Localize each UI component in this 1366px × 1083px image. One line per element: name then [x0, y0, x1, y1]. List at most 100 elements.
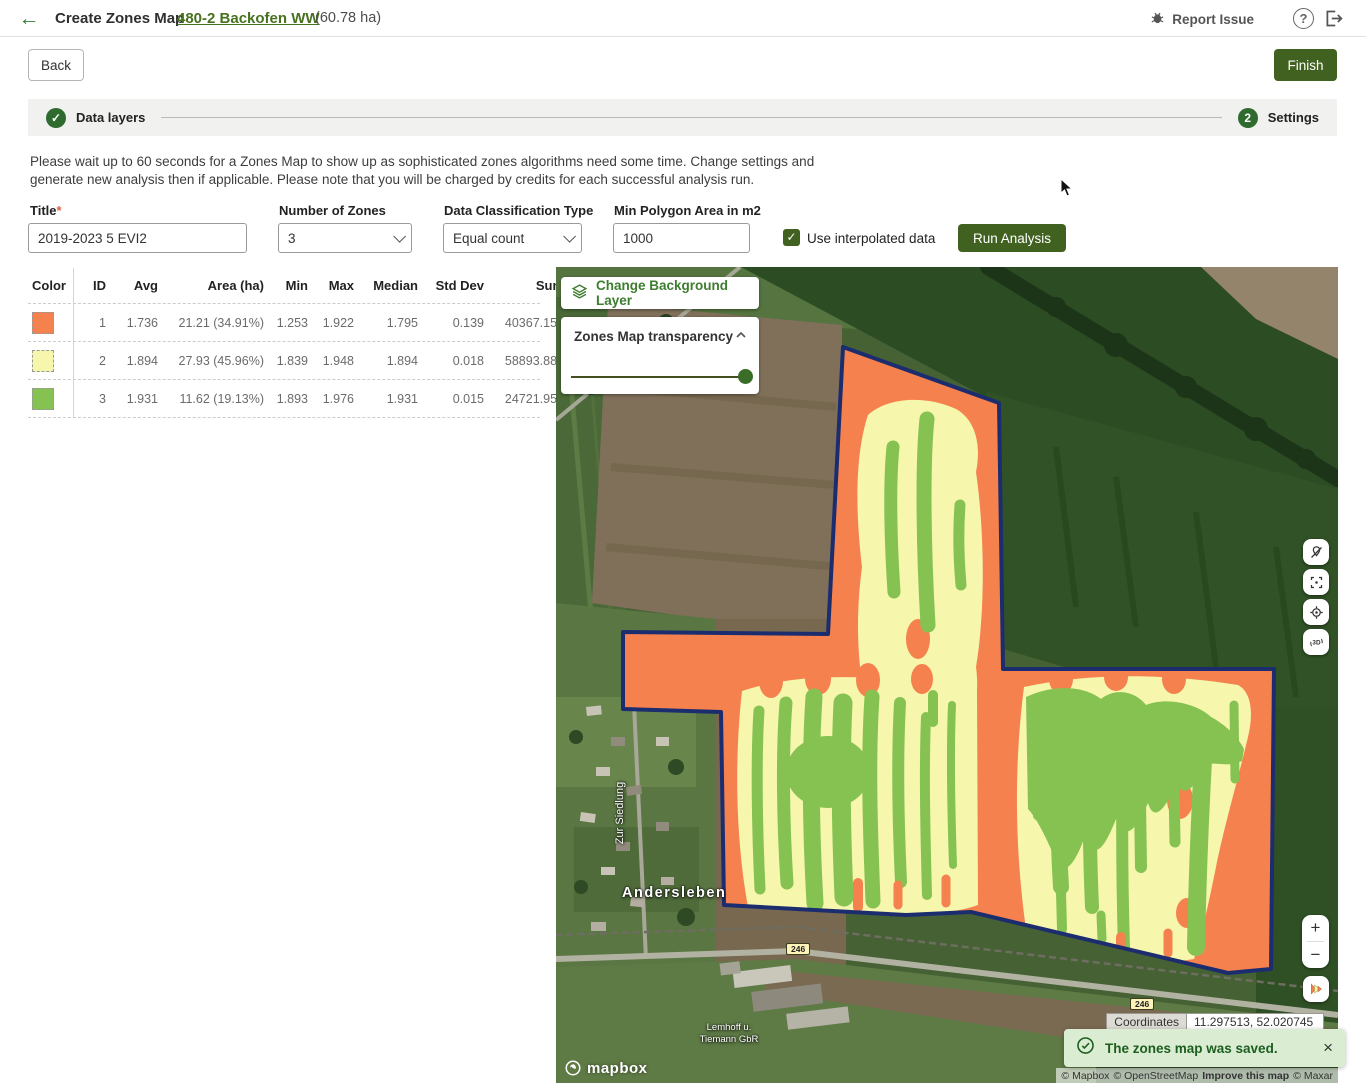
zone2-min: 1.839: [268, 354, 312, 368]
zoom-in-button[interactable]: +: [1302, 915, 1329, 941]
number-of-zones-label: Number of Zones: [279, 203, 386, 218]
zone2-max: 1.948: [312, 354, 358, 368]
attrib-maxar[interactable]: © Maxar: [1293, 1070, 1333, 1082]
zone2-median: 1.894: [358, 354, 422, 368]
create-zones-map-page: ← Create Zones Map 480-2 Backofen WW (60…: [0, 0, 1366, 1083]
transparency-label: Zones Map transparency: [574, 329, 733, 344]
help-icon[interactable]: ?: [1293, 8, 1314, 29]
zone1-color-swatch: [32, 312, 54, 334]
top-bar: ← Create Zones Map 480-2 Backofen WW (60…: [0, 0, 1366, 37]
map-attribution: © Mapbox © OpenStreetMap Improve this ma…: [1056, 1068, 1338, 1083]
zone1-min: 1.253: [268, 316, 312, 330]
step1-label: Data layers: [76, 110, 145, 125]
toast-message: The zones map was saved.: [1105, 1041, 1313, 1056]
hide-markers-icon: [1309, 545, 1324, 560]
zone2-stddev: 0.018: [422, 354, 488, 368]
toast-close-icon[interactable]: ×: [1323, 1038, 1333, 1058]
view-3d-icon: 3D: [1308, 634, 1325, 651]
table-row: 3 1.931 11.62 (19.13%) 1.893 1.976 1.931…: [28, 380, 540, 418]
toast-notification: The zones map was saved. ×: [1064, 1029, 1345, 1067]
zone1-area: 21.21 (34.91%): [162, 316, 268, 330]
min-polygon-area-input[interactable]: [613, 223, 750, 253]
map-container: Zur Siedlung Andersleben Lemhoff u.Tiema…: [556, 267, 1338, 1083]
zones-layer-icon: [1308, 981, 1324, 997]
mapbox-logo[interactable]: mapbox: [564, 1059, 648, 1077]
table-header-row: Color ID Avg Area (ha) Min Max Median St…: [28, 268, 540, 304]
table-row: 2 1.894 27.93 (45.96%) 1.839 1.948 1.894…: [28, 342, 540, 380]
classification-label: Data Classification Type: [444, 203, 593, 218]
step1-check-icon: ✓: [46, 108, 66, 128]
attrib-osm[interactable]: © OpenStreetMap: [1113, 1070, 1198, 1082]
col-median: Median: [358, 278, 422, 293]
change-background-label: Change Background Layer: [596, 278, 749, 308]
bug-icon: [1150, 10, 1165, 28]
fit-bounds-button[interactable]: [1303, 569, 1329, 595]
view-3d-button[interactable]: 3D: [1303, 629, 1329, 655]
chevron-up-icon[interactable]: [733, 327, 749, 343]
col-avg: Avg: [110, 278, 162, 293]
zoom-out-button[interactable]: −: [1302, 942, 1329, 968]
zone3-min: 1.893: [268, 392, 312, 406]
locate-icon: [1309, 605, 1324, 620]
field-link[interactable]: 480-2 Backofen WW: [177, 10, 320, 27]
step2-label: Settings: [1268, 110, 1319, 125]
zone3-color-swatch: [32, 388, 54, 410]
zone1-id: 1: [74, 316, 110, 330]
number-of-zones-value: 3: [288, 231, 296, 246]
success-check-icon: [1076, 1036, 1095, 1060]
instructions-text: Please wait up to 60 seconds for a Zones…: [30, 153, 870, 189]
back-button[interactable]: Back: [28, 49, 84, 81]
col-min: Min: [268, 278, 312, 293]
field-area: (60.78 ha): [315, 10, 381, 26]
zone1-stddev: 0.139: [422, 316, 488, 330]
number-of-zones-select[interactable]: 3: [278, 223, 412, 253]
table-row: 1 1.736 21.21 (34.91%) 1.253 1.922 1.795…: [28, 304, 540, 342]
zone3-area: 11.62 (19.13%): [162, 392, 268, 406]
mapbox-icon: [564, 1059, 582, 1077]
use-interpolated-checkbox[interactable]: ✓: [783, 229, 800, 246]
stepper-line: [161, 117, 1221, 118]
logout-icon[interactable]: [1323, 8, 1344, 29]
svg-text:3D: 3D: [1312, 639, 1321, 646]
chevron-down-icon: [393, 230, 406, 243]
zoom-controls: + −: [1302, 915, 1329, 968]
zone2-id: 2: [74, 354, 110, 368]
report-issue-label: Report Issue: [1172, 12, 1254, 27]
zones-layer-toggle-button[interactable]: [1303, 976, 1329, 1002]
fit-bounds-icon: [1309, 575, 1324, 590]
change-background-layer-button[interactable]: Change Background Layer: [561, 277, 759, 309]
zone3-stddev: 0.015: [422, 392, 488, 406]
step2-number: 2: [1238, 108, 1258, 128]
page-title: Create Zones Map: [55, 10, 184, 27]
classification-value: Equal count: [453, 231, 524, 246]
use-interpolated-label: Use interpolated data: [807, 231, 935, 246]
chevron-down-icon: [563, 230, 576, 243]
classification-select[interactable]: Equal count: [443, 223, 582, 253]
map-controls: 3D: [1303, 539, 1329, 655]
zone3-id: 3: [74, 392, 110, 406]
required-asterisk: *: [57, 203, 62, 218]
zone3-max: 1.976: [312, 392, 358, 406]
report-issue-button[interactable]: Report Issue: [1150, 10, 1254, 28]
finish-button[interactable]: Finish: [1274, 49, 1337, 81]
zones-table: Color ID Avg Area (ha) Min Max Median St…: [28, 268, 540, 418]
attrib-improve-link[interactable]: Improve this map: [1202, 1070, 1289, 1082]
title-label: Title*: [30, 203, 62, 218]
transparency-panel: Zones Map transparency: [561, 317, 759, 394]
locate-button[interactable]: [1303, 599, 1329, 625]
min-polygon-area-label: Min Polygon Area in m2: [614, 203, 761, 218]
back-arrow-icon[interactable]: ←: [16, 6, 42, 32]
transparency-slider-track[interactable]: [571, 376, 747, 378]
col-area: Area (ha): [162, 278, 268, 293]
run-analysis-button[interactable]: Run Analysis: [958, 224, 1066, 252]
zone1-median: 1.795: [358, 316, 422, 330]
stepper: ✓ Data layers 2 Settings: [28, 99, 1337, 136]
title-input[interactable]: [28, 223, 247, 253]
hide-markers-button[interactable]: [1303, 539, 1329, 565]
zone2-color-swatch: [32, 350, 54, 372]
mapbox-wordmark: mapbox: [587, 1060, 648, 1077]
zone3-avg: 1.931: [110, 392, 162, 406]
attrib-mapbox[interactable]: © Mapbox: [1061, 1070, 1109, 1082]
zone2-area: 27.93 (45.96%): [162, 354, 268, 368]
transparency-slider-thumb[interactable]: [738, 369, 753, 384]
